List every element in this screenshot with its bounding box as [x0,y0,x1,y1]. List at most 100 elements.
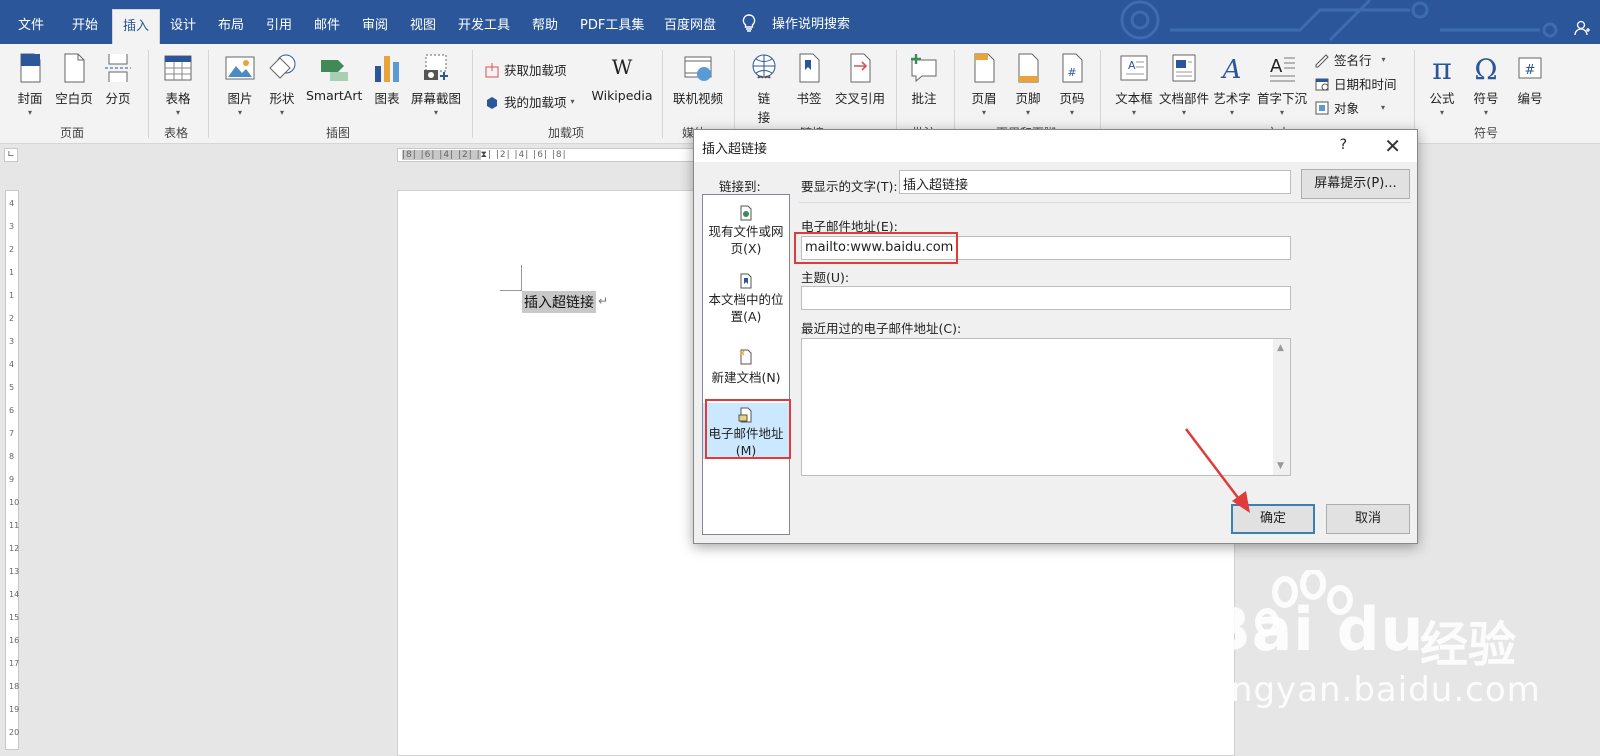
insert-hyperlink-dialog: 插入超链接 ? ✕ 链接到: 要显示的文字(T): 插入超链接 屏幕提示(P).… [693,129,1418,544]
table-button[interactable]: 表格 ▾ [160,52,196,117]
bookmark-button[interactable]: 书签 [792,52,826,107]
tab-references[interactable]: 引用 [266,14,292,33]
group-divider [148,50,149,138]
group-label-addins: 加载项 [548,126,585,140]
link-to-label: 链接到: [719,179,761,194]
tab-pdf-tools[interactable]: PDF工具集 [580,14,644,33]
omega-icon: Ω [1474,53,1497,84]
signature-line-button[interactable]: 签名行 ▾ [1314,50,1386,69]
equation-label: 公式 [1429,91,1455,106]
object-button[interactable]: 对象 ▾ [1314,98,1385,117]
blank-page-button[interactable]: 空白页 [52,52,96,107]
chevron-down-icon: ▾ [1483,108,1488,117]
tab-home[interactable]: 开始 [72,14,98,33]
footer-icon [1018,53,1039,83]
tab-design[interactable]: 设计 [170,14,196,33]
link-button[interactable]: 链 接 [746,52,782,126]
vertical-ruler[interactable]: 4 3 2 1 1 2 3 4 5 6 7 8 9 10 11 12 13 14 15 16 17 18 19 20 [5,190,19,750]
chevron-down-icon: ▾ [1229,108,1234,117]
tab-developer[interactable]: 开发工具 [458,14,510,33]
link-place-in-document[interactable]: 本文档中的位 置(A) [703,273,789,325]
help-button[interactable]: ? [1340,137,1347,153]
chevron-down-icon: ▾ [1279,108,1284,117]
document-bookmark-icon [740,273,752,289]
svg-text:A: A [1270,56,1283,77]
link-existing-file-or-webpage[interactable]: 现有文件或网 页(X) [703,205,789,257]
table-label: 表格 [165,91,191,106]
page-break-label: 分页 [105,91,131,106]
my-addins-button[interactable]: 我的加载项 ▾ [484,92,575,111]
date-time-button[interactable]: 日期和时间 [1314,74,1397,93]
link-new-document[interactable]: 新建文档(N) [703,349,789,386]
quick-parts-icon [1172,54,1196,82]
tab-review[interactable]: 审阅 [362,14,388,33]
header-button[interactable]: 页眉 ▾ [966,52,1002,117]
online-video-button[interactable]: 联机视频 [670,52,726,107]
share-person-icon[interactable] [1574,20,1590,36]
screentip-button[interactable]: 屏幕提示(P)... [1301,169,1410,199]
get-addins-button[interactable]: 获取加载项 [484,60,567,79]
scroll-up-icon[interactable]: ▲ [1277,343,1284,353]
vertical-ruler-mark: 7 [9,429,15,438]
chevron-down-icon: ▾ [279,108,284,117]
signature-line-icon [1315,53,1329,67]
cross-reference-button[interactable]: 交叉引用 [832,52,888,107]
ruler-indent-marker[interactable]: ⧗ [481,150,488,160]
link-label-line2: 接 [757,110,771,125]
cross-reference-icon [850,53,871,83]
horizontal-ruler[interactable]: |8| |6| |4| |2| |⧗| |2| |4| |6| |8| [397,148,697,162]
dialog-title-bar[interactable]: 插入超链接 ? ✕ [694,130,1417,162]
symbol-button[interactable]: Ω 符号 ▾ [1468,52,1504,117]
group-label-symbols: 符号 [1474,126,1499,140]
scroll-down-icon[interactable]: ▼ [1277,461,1284,471]
watermark-url: jingyan.baidu.com [1210,670,1541,710]
tab-selector[interactable]: ∟ [4,148,18,162]
shapes-button[interactable]: 形状 ▾ [264,52,300,117]
quick-parts-button[interactable]: 文档部件 ▾ [1158,52,1210,117]
footer-button[interactable]: 页脚 ▾ [1010,52,1046,117]
comment-button[interactable]: 批注 [906,52,942,107]
close-icon[interactable]: ✕ [1384,134,1401,158]
tab-file[interactable]: 文件 [18,14,44,33]
pictures-button[interactable]: 图片 ▾ [222,52,258,117]
list-scrollbar[interactable]: ▲ ▼ [1273,339,1290,475]
numbering-icon: # [1518,57,1542,79]
tab-insert[interactable]: 插入 [112,9,161,44]
bookmark-icon [799,53,820,83]
comment-label: 批注 [911,91,937,106]
wikipedia-button[interactable]: W Wikipedia [590,52,654,103]
page-number-icon: # [1062,53,1083,83]
tab-layout[interactable]: 布局 [218,14,244,33]
cover-page-button[interactable]: 封面 ▾ [12,52,48,117]
svg-text:W: W [612,55,633,79]
page-break-button[interactable]: 分页 [100,52,136,107]
circuit-decoration [1120,0,1558,42]
equation-button[interactable]: π 公式 ▾ [1424,52,1460,117]
numbering-button[interactable]: # 编号 [1512,52,1548,107]
vertical-ruler-mark: 1 [9,268,15,277]
chevron-down-icon: ▾ [433,108,438,117]
quick-parts-label: 文档部件 [1158,91,1209,106]
smartart-label: SmartArt [306,88,363,103]
addins-icon [487,96,497,109]
textbox-button[interactable]: A 文本框 ▾ [1112,52,1156,117]
tab-mailings[interactable]: 邮件 [314,14,340,33]
globe-document-icon [740,205,752,221]
drop-cap-button[interactable]: A 首字下沉 ▾ [1256,52,1308,117]
chevron-down-icon: ▾ [1181,108,1186,117]
ruler-body: | |2| |4| |6| |8| [487,150,567,160]
smartart-button[interactable]: SmartArt [306,52,362,103]
tab-baidu-netdisk[interactable]: 百度网盘 [664,14,716,33]
vertical-ruler-mark: 3 [9,337,15,346]
chart-button[interactable]: 图表 [370,52,404,107]
page-number-button[interactable]: # 页码 ▾ [1054,52,1090,117]
tab-help[interactable]: 帮助 [532,14,558,33]
screenshot-button[interactable]: 屏幕截图 ▾ [408,52,464,117]
subject-input[interactable] [801,286,1291,310]
tab-view[interactable]: 视图 [410,14,436,33]
cancel-button[interactable]: 取消 [1326,504,1410,534]
selected-document-text[interactable]: 插入超链接 [522,291,596,313]
tell-me-search[interactable]: 操作说明搜索 [742,13,850,32]
display-text-input[interactable]: 插入超链接 [899,170,1291,194]
wordart-button[interactable]: A 艺术字 ▾ [1212,52,1252,117]
